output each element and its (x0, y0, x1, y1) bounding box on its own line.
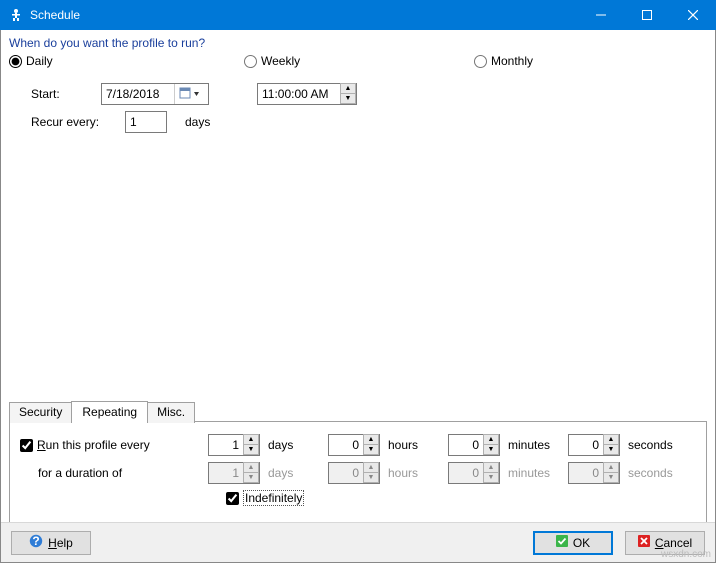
ok-button-label: OK (573, 536, 590, 550)
run-minutes-field[interactable]: ▲▼ (448, 434, 500, 456)
start-label: Start: (31, 87, 101, 101)
cancel-icon (638, 535, 650, 550)
dur-hours-spinner: ▲▼ (363, 463, 379, 483)
spin-down-icon[interactable]: ▼ (483, 444, 499, 455)
app-icon (8, 7, 24, 23)
watermark: wsxdn.com (661, 549, 711, 560)
unit-days-disabled: days (268, 466, 320, 480)
spin-down-icon[interactable]: ▼ (243, 444, 259, 455)
dur-minutes-spinner: ▲▼ (483, 463, 499, 483)
radio-monthly-input[interactable] (474, 55, 487, 68)
dialog-footer: ? Help Help OK Cancel Cancel (1, 522, 715, 562)
start-time-input[interactable] (258, 87, 340, 101)
duration-row: for a duration of ▲▼ days ▲▼ hours ▲▼ mi… (20, 462, 696, 484)
close-button[interactable] (670, 0, 716, 30)
run-seconds-field[interactable]: ▲▼ (568, 434, 620, 456)
spin-down-icon: ▼ (483, 472, 499, 483)
spin-down-icon[interactable]: ▼ (603, 444, 619, 455)
tab-security[interactable]: Security (9, 402, 72, 423)
recur-unit-label: days (185, 115, 210, 129)
frequency-radios: Daily Weekly Monthly (1, 54, 715, 76)
dur-seconds-spinner: ▲▼ (603, 463, 619, 483)
indefinitely-checkbox[interactable] (226, 492, 239, 505)
spin-down-icon[interactable]: ▼ (340, 93, 356, 104)
unit-minutes-disabled: minutes (508, 466, 560, 480)
start-date-picker[interactable] (101, 83, 209, 105)
ok-button[interactable]: OK (533, 531, 613, 555)
radio-weekly[interactable]: Weekly (244, 54, 474, 68)
tab-strip: Security Repeating Misc. (9, 400, 707, 421)
run-hours-input[interactable] (329, 435, 363, 455)
ok-icon (556, 535, 568, 550)
recur-value-field[interactable] (125, 111, 167, 133)
calendar-dropdown-icon[interactable] (174, 84, 204, 104)
run-days-field[interactable]: ▲▼ (208, 434, 260, 456)
tab-repeating[interactable]: Repeating (71, 401, 148, 422)
svg-text:?: ? (32, 534, 39, 548)
start-date-input[interactable] (102, 87, 174, 101)
help-icon: ? (29, 534, 43, 551)
window-title: Schedule (30, 8, 578, 22)
dur-seconds-field: ▲▼ (568, 462, 620, 484)
run-seconds-input[interactable] (569, 435, 603, 455)
dur-days-spinner: ▲▼ (243, 463, 259, 483)
dur-minutes-input (449, 463, 483, 483)
tab-misc[interactable]: Misc. (147, 402, 195, 423)
spin-down-icon[interactable]: ▼ (363, 444, 379, 455)
radio-daily-input[interactable] (9, 55, 22, 68)
indefinitely-row: Indefinitely (226, 490, 696, 506)
dur-seconds-input (569, 463, 603, 483)
radio-daily[interactable]: Daily (9, 54, 244, 68)
cancel-button-label: Cancel (655, 536, 692, 550)
tab-container: Security Repeating Misc. RRun this profi… (9, 400, 707, 514)
spin-down-icon: ▼ (603, 472, 619, 483)
unit-days: days (268, 438, 320, 452)
run-days-spinner[interactable]: ▲▼ (243, 435, 259, 455)
radio-weekly-input[interactable] (244, 55, 257, 68)
run-days-input[interactable] (209, 435, 243, 455)
radio-daily-label: Daily (26, 54, 53, 68)
title-bar: Schedule (0, 0, 716, 30)
dur-minutes-field: ▲▼ (448, 462, 500, 484)
dur-days-field: ▲▼ (208, 462, 260, 484)
run-seconds-spinner[interactable]: ▲▼ (603, 435, 619, 455)
run-minutes-input[interactable] (449, 435, 483, 455)
window-body: When do you want the profile to run? Dai… (0, 30, 716, 563)
maximize-button[interactable] (624, 0, 670, 30)
help-button-label: Help (48, 536, 73, 550)
run-every-row: RRun this profile everyun this profile e… (20, 434, 696, 456)
indefinitely-label: Indefinitely (243, 490, 304, 506)
unit-seconds-disabled: seconds (628, 466, 680, 480)
unit-seconds: seconds (628, 438, 680, 452)
unit-minutes: minutes (508, 438, 560, 452)
help-button[interactable]: ? Help Help (11, 531, 91, 555)
radio-monthly-label: Monthly (491, 54, 533, 68)
run-every-label: RRun this profile everyun this profile e… (37, 438, 150, 452)
prompt-label: When do you want the profile to run? (1, 30, 715, 54)
minimize-button[interactable] (578, 0, 624, 30)
recur-value-input[interactable] (126, 112, 166, 132)
run-every-checkbox[interactable] (20, 439, 33, 452)
dur-hours-field: ▲▼ (328, 462, 380, 484)
start-time-picker[interactable]: ▲▼ (257, 83, 357, 105)
spin-down-icon: ▼ (243, 472, 259, 483)
run-minutes-spinner[interactable]: ▲▼ (483, 435, 499, 455)
duration-label: for a duration of (38, 466, 122, 480)
dur-days-input (209, 463, 243, 483)
unit-hours: hours (388, 438, 440, 452)
spin-down-icon: ▼ (363, 472, 379, 483)
run-hours-spinner[interactable]: ▲▼ (363, 435, 379, 455)
tab-panel-repeating: RRun this profile everyun this profile e… (9, 421, 707, 527)
run-hours-field[interactable]: ▲▼ (328, 434, 380, 456)
time-spinner[interactable]: ▲▼ (340, 84, 356, 104)
recur-label: Recur every: (31, 115, 111, 129)
radio-weekly-label: Weekly (261, 54, 300, 68)
unit-hours-disabled: hours (388, 466, 440, 480)
dur-hours-input (329, 463, 363, 483)
radio-monthly[interactable]: Monthly (474, 54, 533, 68)
